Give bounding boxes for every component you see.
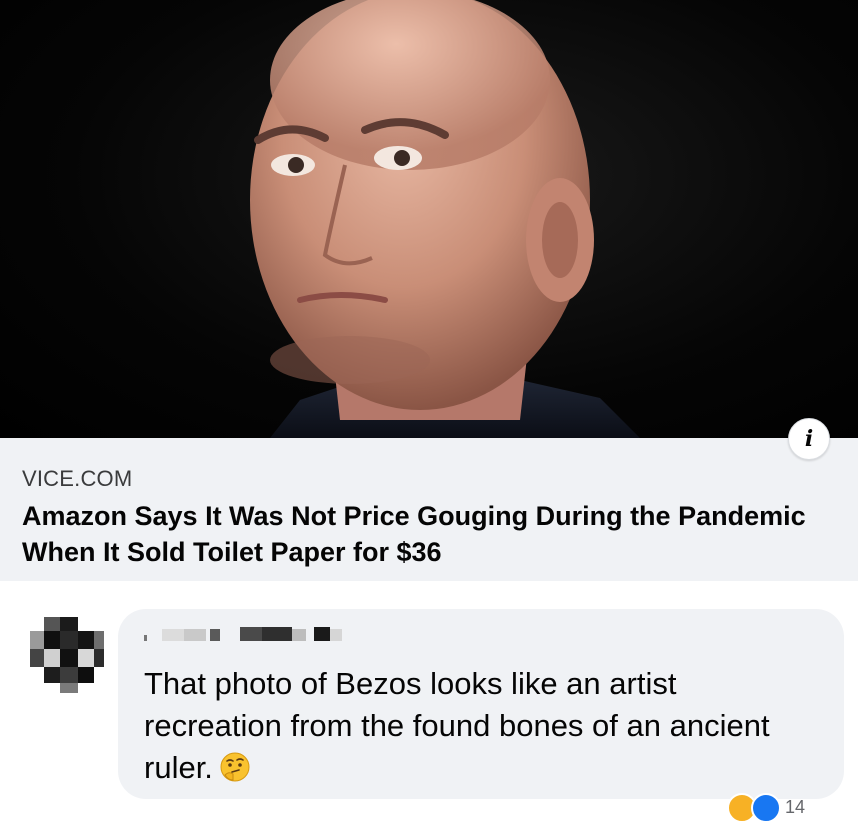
link-preview-meta[interactable]: VICE.COM Amazon Says It Was Not Price Go… [0,438,858,581]
link-preview-card[interactable]: i VICE.COM Amazon Says It Was Not Price … [0,0,858,581]
comment: That photo of Bezos looks like an artist… [0,581,858,823]
like-reaction-icon [751,793,781,823]
avatar[interactable] [22,609,110,697]
link-domain: VICE.COM [22,466,133,491]
comment-bubble[interactable]: That photo of Bezos looks like an artist… [118,609,844,799]
info-icon: i [804,426,814,452]
link-title[interactable]: Amazon Says It Was Not Price Gouging Dur… [22,498,822,570]
comment-text: That photo of Bezos looks like an artist… [144,663,804,789]
portrait-photo [250,0,640,438]
info-button[interactable]: i [788,418,830,460]
reaction-count: 14 [785,797,806,817]
link-preview-image[interactable] [0,0,858,438]
commenter-name-redacted[interactable] [144,623,374,645]
thinking-face-icon [220,752,250,782]
pixelated-avatar-icon [22,609,110,697]
reaction-summary[interactable]: 14 [727,793,805,823]
